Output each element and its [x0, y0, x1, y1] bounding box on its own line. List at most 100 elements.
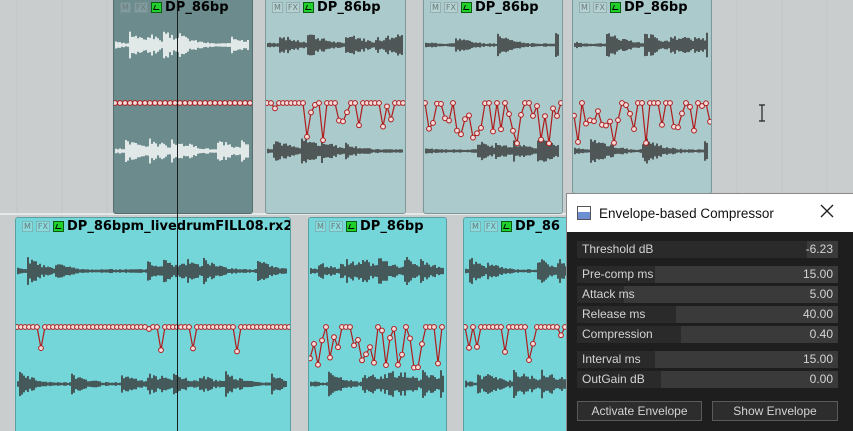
envelope-point [603, 122, 609, 129]
mute-button[interactable]: M [315, 221, 326, 232]
slider-release[interactable]: Release ms 40.00 [577, 306, 838, 323]
item-name: DP_86bp [165, 0, 229, 15]
media-item[interactable]: M FX DP_86bp [423, 0, 563, 214]
fx-chain-icon[interactable] [461, 2, 472, 13]
envelope-point [356, 122, 362, 129]
envelope-point [367, 344, 373, 350]
item-header: M FX DP_86bp [120, 0, 229, 15]
slider-pre-comp[interactable]: Pre-comp ms 15.00 [577, 266, 838, 283]
item-name: DP_86bp [624, 0, 688, 15]
slider-label: Pre-comp ms [582, 267, 654, 281]
mute-button[interactable]: M [120, 2, 131, 13]
envelope-point [352, 100, 358, 106]
envelope-point [494, 100, 500, 106]
volume-envelope [17, 326, 289, 352]
envelope-point [186, 324, 192, 330]
envelope-point [247, 100, 252, 106]
envelope-point [232, 100, 238, 106]
mute-button[interactable]: M [272, 2, 283, 13]
fx-button[interactable]: FX [592, 2, 607, 13]
waveform-channel [310, 370, 444, 398]
envelope-point [182, 100, 188, 106]
waveform [573, 32, 711, 164]
waveform-channel [115, 138, 249, 164]
envelope-point [309, 355, 313, 362]
envelope-point [542, 113, 548, 120]
envelope-point [391, 325, 397, 332]
waveform-channel [267, 34, 403, 56]
mute-button[interactable]: M [579, 2, 590, 13]
envelope-point [375, 324, 381, 330]
envelope-point [222, 100, 228, 106]
envelope-point [242, 100, 248, 106]
media-item[interactable]: M FX DP_86bp [113, 0, 253, 214]
envelope-point [419, 341, 425, 347]
media-item[interactable]: M FX DP_86bp [572, 0, 712, 194]
envelope-point [167, 100, 173, 106]
waveform [114, 31, 252, 164]
envelope-point [415, 364, 421, 371]
envelope-point [363, 351, 369, 358]
envelope-point [575, 139, 581, 145]
item-header: M FX DP_86bp [272, 0, 381, 15]
slider-compression[interactable]: Compression 0.40 [577, 326, 838, 343]
activate-envelope-button[interactable]: Activate Envelope [577, 401, 702, 421]
dialog-titlebar[interactable]: Envelope-based Compressor [567, 194, 853, 232]
envelope-point [147, 100, 153, 106]
slider-threshold[interactable]: Threshold dB -6.23 [577, 241, 838, 258]
item-name: DP_86bp [360, 219, 424, 234]
envelope-point [319, 337, 325, 344]
mute-button[interactable]: M [470, 221, 481, 232]
envelope-point [466, 112, 472, 119]
fx-button[interactable]: FX [285, 2, 300, 13]
envelope-point [304, 133, 310, 140]
envelope-point [534, 103, 540, 109]
fx-button[interactable]: FX [328, 221, 343, 232]
mute-button[interactable]: M [430, 2, 441, 13]
envelope-point [347, 324, 353, 330]
close-x-icon[interactable] [819, 203, 835, 219]
envelope-point [639, 100, 645, 106]
slider-value: 15.00 [802, 352, 833, 366]
envelope-point [300, 100, 306, 106]
envelope-point [311, 341, 317, 347]
fx-chain-icon[interactable] [151, 2, 162, 13]
envelope-point [268, 100, 274, 106]
envelope-point [117, 100, 123, 106]
media-item[interactable]: M FX DP_86 [463, 217, 575, 431]
media-item[interactable]: M FX DP_86bp [265, 0, 406, 214]
mute-button[interactable]: M [22, 221, 33, 232]
fx-button[interactable]: FX [443, 2, 458, 13]
fx-chain-icon[interactable] [346, 221, 357, 232]
fx-chain-icon[interactable] [501, 221, 512, 232]
envelope-point [623, 102, 629, 108]
envelope-point [498, 126, 504, 133]
fx-button[interactable]: FX [133, 2, 148, 13]
slider-value: 15.00 [802, 267, 833, 281]
media-item[interactable]: M FX DP_86bpm_livedrumFILL08.rx2 [15, 217, 291, 431]
slider-attack[interactable]: Attack ms 5.00 [577, 286, 838, 303]
show-envelope-button[interactable]: Show Envelope [712, 401, 838, 421]
item-header: M FX DP_86bp [579, 0, 688, 15]
envelope-point [407, 335, 413, 342]
fx-chain-icon[interactable] [610, 2, 621, 13]
slider-label: Compression [582, 327, 653, 341]
slider-interval[interactable]: Interval ms 15.00 [577, 351, 838, 368]
fx-button[interactable]: FX [35, 221, 50, 232]
fx-chain-icon[interactable] [303, 2, 314, 13]
envelope-point [446, 117, 452, 124]
envelope-point [234, 348, 240, 355]
envelope-point [435, 360, 441, 367]
envelope-point [190, 345, 196, 352]
envelope-point [486, 100, 492, 106]
fx-chain-icon[interactable] [53, 221, 64, 232]
envelope-point [683, 100, 689, 106]
slider-outgain[interactable]: OutGain dB 0.00 [577, 371, 838, 388]
envelope-point [227, 100, 233, 106]
envelope-point [607, 118, 613, 125]
fx-button[interactable]: FX [483, 221, 498, 232]
media-item[interactable]: M FX DP_86bp [308, 217, 447, 431]
envelope-point [359, 357, 365, 364]
compressor-dialog[interactable]: Envelope-based Compressor Threshold dB -… [566, 193, 853, 431]
envelope-point [518, 111, 524, 118]
